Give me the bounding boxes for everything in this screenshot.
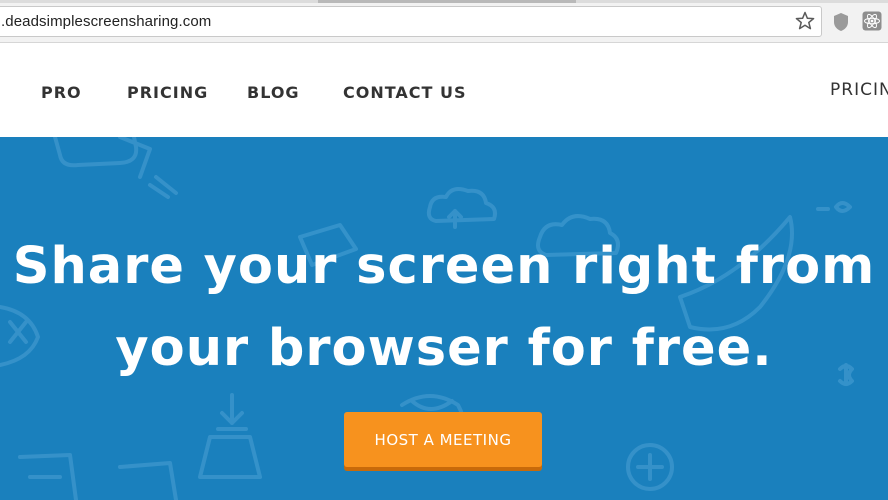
- nav-item-pro[interactable]: PRO: [41, 83, 82, 102]
- hero-headline-line2: your browser for free.: [115, 319, 773, 378]
- nav-item-pricing[interactable]: PRICING: [127, 83, 208, 102]
- nav-item-pricing-right[interactable]: PRICIN: [830, 80, 888, 100]
- shield-icon[interactable]: [832, 12, 850, 32]
- nav-item-contact-us[interactable]: CONTACT US: [343, 83, 467, 102]
- host-meeting-button[interactable]: HOST A MEETING: [344, 412, 542, 467]
- active-tab-edge[interactable]: [318, 0, 576, 3]
- nav-item-blog[interactable]: BLOG: [247, 83, 300, 102]
- hero-headline-line1: Share your screen right from: [12, 237, 876, 296]
- browser-toolbar: .deadsimplescreensharing.com: [0, 0, 888, 43]
- hero-section: Share your screen right from your browse…: [0, 137, 888, 500]
- react-icon[interactable]: [862, 11, 882, 31]
- site-nav: PRO PRICING BLOG CONTACT US PRICIN: [0, 43, 888, 137]
- tab-strip-edge: [0, 0, 888, 3]
- address-bar[interactable]: .deadsimplescreensharing.com: [0, 6, 822, 37]
- star-icon[interactable]: [795, 11, 815, 31]
- host-meeting-button-label: HOST A MEETING: [374, 430, 512, 449]
- address-bar-url[interactable]: .deadsimplescreensharing.com: [1, 13, 211, 30]
